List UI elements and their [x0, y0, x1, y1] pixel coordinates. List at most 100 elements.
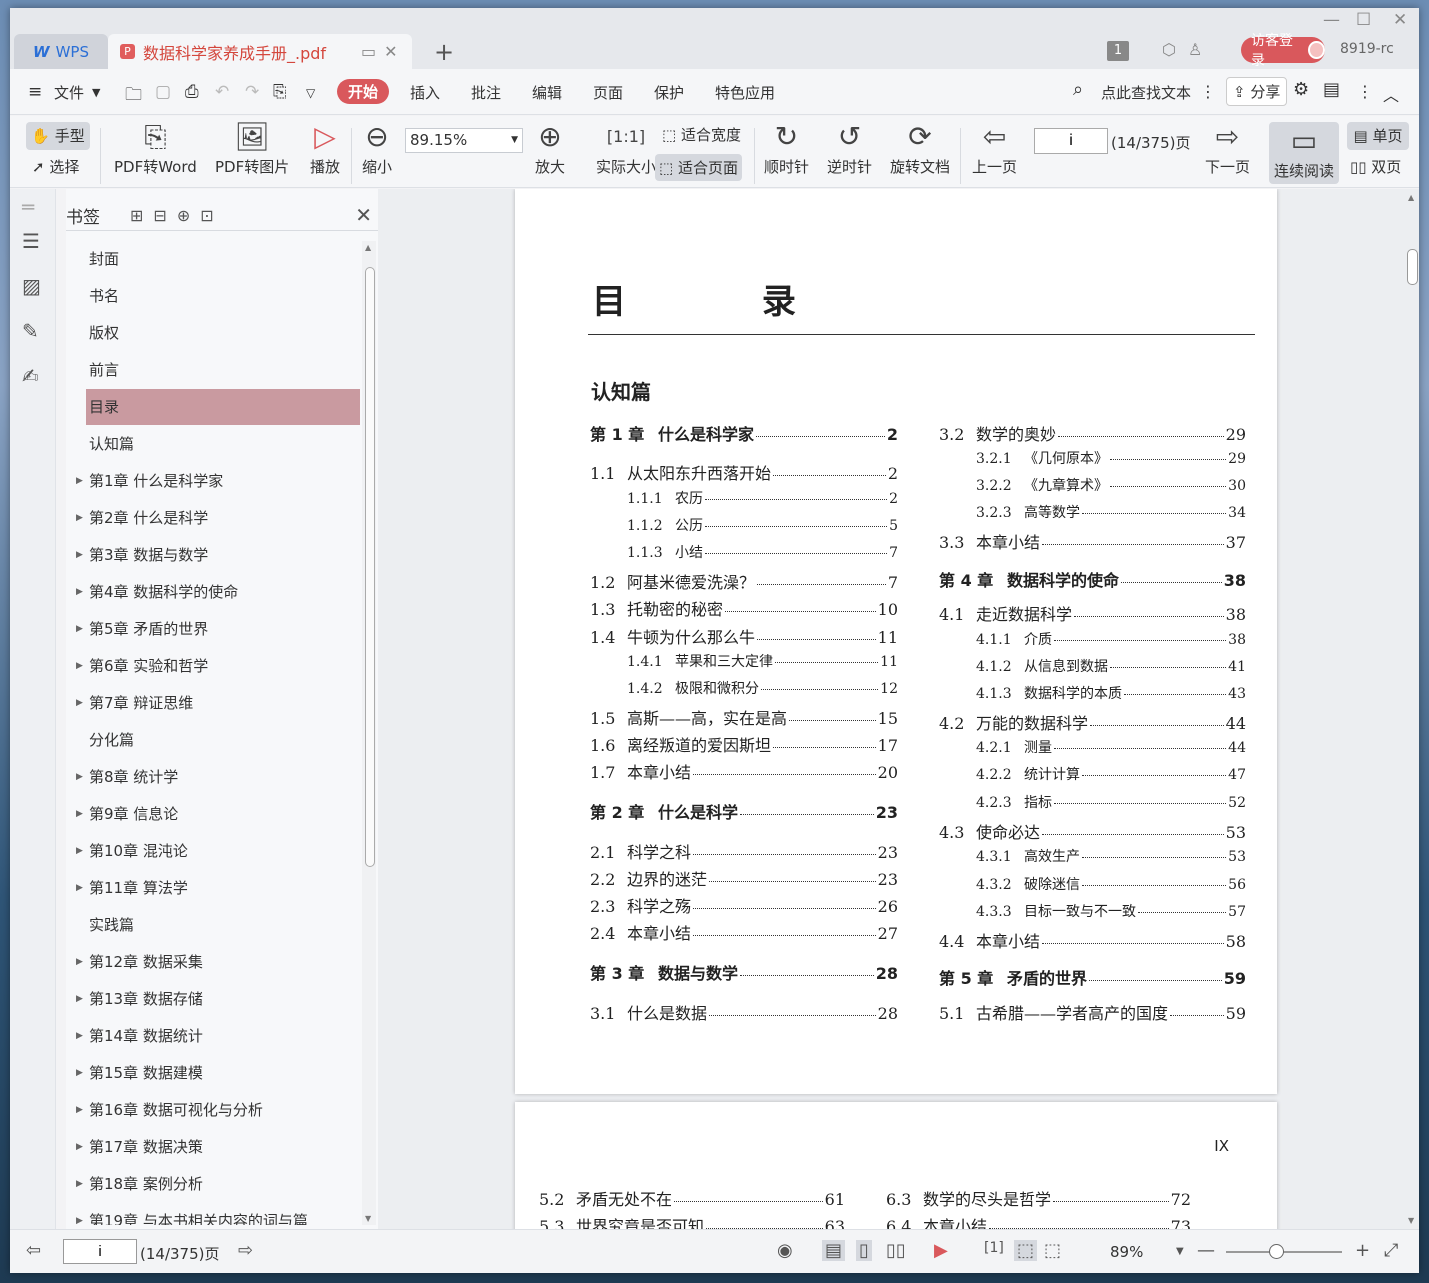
expand-arrow-icon[interactable]: ▶	[76, 537, 83, 573]
toc-entry[interactable]: 4.2.1 测量 44	[976, 737, 1246, 757]
toc-entry[interactable]: 3.2.3 高等数学 34	[976, 502, 1246, 522]
collapse-ribbon-icon[interactable]: ︿	[1383, 82, 1399, 106]
toc-entry[interactable]: 1.4 牛顿为什么那么牛 11	[590, 624, 898, 648]
settings-gear-icon[interactable]: ⚙	[1293, 79, 1309, 100]
status-page-input[interactable]	[63, 1239, 137, 1264]
zoom-out-button[interactable]: ⊖ 缩小	[362, 118, 392, 177]
scrollbar-thumb[interactable]	[1407, 249, 1418, 285]
toc-entry[interactable]: 4.1.3 数据科学的本质 43	[976, 683, 1246, 703]
bookmark-item[interactable]: ▶ 第12章 数据采集	[76, 944, 360, 980]
tab-annotate[interactable]: 批注	[471, 82, 501, 103]
visitor-login-button[interactable]: 访客登录	[1241, 33, 1325, 69]
new-tab-icon[interactable]: +	[434, 38, 454, 66]
close-tab-icon[interactable]: ✕	[384, 42, 397, 61]
play-slideshow-icon[interactable]: ▶	[934, 1240, 948, 1261]
single-page-button[interactable]: ▤ 单页	[1347, 122, 1409, 150]
toc-entry[interactable]: 第 1 章什么是科学家 2	[590, 421, 898, 445]
close-window-icon[interactable]: ✕	[1393, 10, 1407, 30]
toc-entry[interactable]: 5.2 矛盾无处不在 61	[539, 1186, 845, 1210]
toc-entry[interactable]: 4.3 使命必达 53	[939, 819, 1246, 843]
tab-count-badge[interactable]: 1	[1107, 41, 1129, 61]
bookmark-item[interactable]: ▶ 第7章 辩证思维	[76, 685, 360, 721]
expand-arrow-icon[interactable]: ▶	[76, 1166, 83, 1202]
expand-all-icon[interactable]: ⊞	[130, 206, 143, 225]
tab-edit[interactable]: 编辑	[532, 82, 562, 103]
bookmark-item[interactable]: ▶ 第15章 数据建模	[76, 1055, 360, 1091]
bookmark-item[interactable]: ▶ 第5章 矛盾的世界	[76, 611, 360, 647]
toc-entry[interactable]: 第 4 章数据科学的使命 38	[939, 567, 1246, 591]
toc-entry[interactable]: 6.4 本章小结 73	[886, 1213, 1191, 1229]
zoom-slider[interactable]	[1226, 1251, 1342, 1253]
toc-entry[interactable]: 4.2 万能的数据科学 44	[939, 710, 1246, 734]
collapse-all-icon[interactable]: ⊟	[153, 206, 166, 225]
toc-entry[interactable]: 1.4.1 苹果和三大定律 11	[627, 651, 898, 671]
comment-icon[interactable]: ▤	[1323, 79, 1340, 100]
search-icon[interactable]: ⌕	[1073, 79, 1083, 100]
tab-special[interactable]: 特色应用	[715, 82, 775, 103]
toc-entry[interactable]: 4.1.2 从信息到数据 41	[976, 656, 1246, 676]
expand-arrow-icon[interactable]: ▶	[76, 870, 83, 906]
bookmark-item[interactable]: ▶ 第2章 什么是科学	[76, 500, 360, 536]
toc-entry[interactable]: 第 3 章数据与数学 28	[590, 960, 898, 984]
maximize-icon[interactable]: ☐	[1356, 10, 1371, 30]
more-quick-icon[interactable]: ▽	[306, 86, 315, 100]
chevron-down-icon[interactable]: ▼	[1176, 1246, 1184, 1257]
fullscreen-icon[interactable]: ⤢	[1384, 1240, 1398, 1261]
more-menu-icon[interactable]: ⋮	[1357, 82, 1373, 101]
toc-entry[interactable]: 1.3 托勒密的秘密 10	[590, 596, 898, 620]
bookmark-item[interactable]: ▶ 第4章 数据科学的使命	[76, 574, 360, 610]
redo-icon[interactable]: ↷	[245, 82, 259, 102]
expand-arrow-icon[interactable]: ▶	[76, 1018, 83, 1054]
wps-home-tab[interactable]: W WPS	[14, 34, 108, 69]
toc-entry[interactable]: 4.1.1 介质 38	[976, 629, 1246, 649]
zoom-select[interactable]: 89.15% ▼	[405, 128, 523, 153]
toc-entry[interactable]: 2.1 科学之科 23	[590, 839, 898, 863]
expand-arrow-icon[interactable]: ▶	[76, 759, 83, 795]
expand-arrow-icon[interactable]: ▶	[76, 648, 83, 684]
toc-entry[interactable]: 3.2.2 《九章算术》 30	[976, 475, 1246, 495]
print-icon[interactable]: ⎙	[185, 82, 199, 102]
annotation-panel-icon[interactable]: ✎	[22, 319, 39, 343]
minimize-icon[interactable]: —	[1323, 10, 1340, 30]
prev-page-icon[interactable]: ⇦	[26, 1240, 41, 1261]
expand-arrow-icon[interactable]: ▶	[76, 1055, 83, 1091]
tab-page[interactable]: 页面	[593, 82, 623, 103]
monitor-icon[interactable]: ▭	[361, 42, 376, 61]
bookmark-item[interactable]: 封面	[86, 241, 360, 277]
toc-entry[interactable]: 4.2.3 指标 52	[976, 792, 1246, 812]
toc-entry[interactable]: 1.1 从太阳东升西落开始 2	[590, 460, 898, 484]
bookmark-item[interactable]: ▶ 第6章 实验和哲学	[76, 648, 360, 684]
scrollbar-thumb[interactable]	[365, 267, 375, 867]
double-page-button[interactable]: ▯▯ 双页	[1350, 156, 1401, 177]
pdf-to-image-button[interactable]: 🖼 PDF转图片	[215, 118, 289, 177]
expand-arrow-icon[interactable]: ▶	[76, 981, 83, 1017]
zoom-minus-icon[interactable]: —	[1197, 1240, 1215, 1261]
bookmark-item[interactable]: ▶ 第9章 信息论	[76, 796, 360, 832]
zoom-slider-knob[interactable]	[1269, 1244, 1284, 1259]
toc-entry[interactable]: 3.3 本章小结 37	[939, 529, 1246, 553]
select-tool-button[interactable]: ➚ 选择	[32, 156, 79, 177]
toc-entry[interactable]: 3.1 什么是数据 28	[590, 1000, 898, 1024]
double-view-icon[interactable]: ▯▯	[886, 1240, 906, 1261]
open-folder-icon[interactable]: 🗀	[125, 82, 142, 111]
bookmark-item[interactable]: ▶ 第18章 案例分析	[76, 1166, 360, 1202]
bookmark-item[interactable]: 分化篇	[86, 722, 360, 758]
toc-entry[interactable]: 2.2 边界的迷茫 23	[590, 866, 898, 890]
file-menu[interactable]: 文件	[54, 82, 84, 103]
tab-protect[interactable]: 保护	[654, 82, 684, 103]
tab-insert[interactable]: 插入	[410, 82, 440, 103]
bookmark-item[interactable]: ▶ 第11章 算法学	[76, 870, 360, 906]
bookmark-item[interactable]: ▶ 第1章 什么是科学家	[76, 463, 360, 499]
expand-arrow-icon[interactable]: ▶	[76, 685, 83, 721]
toc-entry[interactable]: 2.4 本章小结 27	[590, 920, 898, 944]
expand-arrow-icon[interactable]: ▶	[76, 833, 83, 869]
expand-arrow-icon[interactable]: ▶	[76, 1129, 83, 1165]
document-scrollbar[interactable]: ▲ ▼	[1406, 189, 1419, 1229]
bookmark-panel-icon[interactable]: ☰	[22, 229, 40, 253]
bookmark-item[interactable]: ▶ 第14章 数据统计	[76, 1018, 360, 1054]
fit-width-icon[interactable]: ⬚	[1044, 1240, 1061, 1261]
bookmark-item[interactable]: 版权	[86, 315, 360, 351]
add-bookmark-icon[interactable]: ⊕	[177, 206, 190, 225]
expand-arrow-icon[interactable]: ▶	[76, 574, 83, 610]
chevron-down-icon[interactable]: ▼	[92, 86, 100, 99]
